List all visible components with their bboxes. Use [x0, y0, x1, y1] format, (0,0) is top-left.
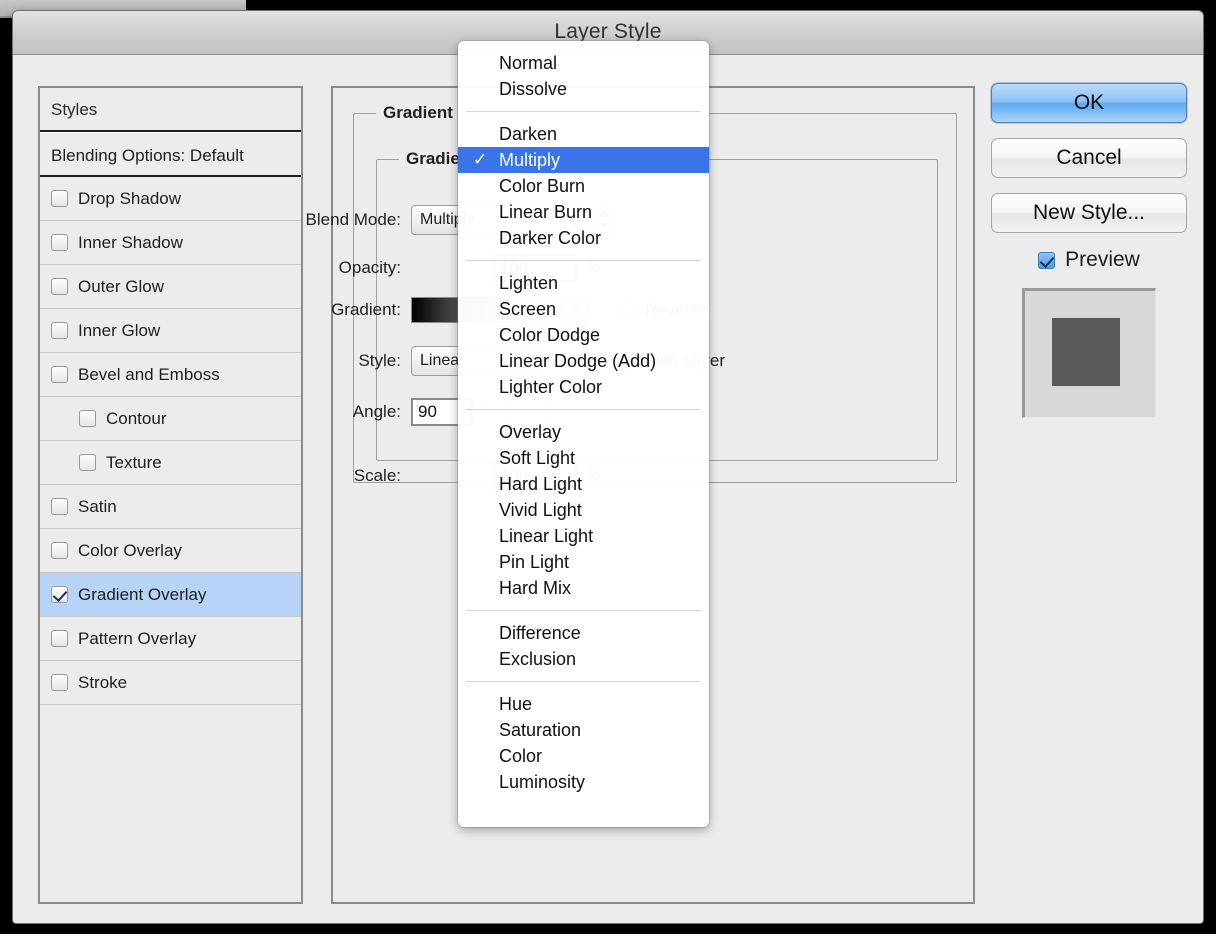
blend-mode-menu-item[interactable]: Hard Mix — [458, 575, 709, 601]
style-effect-checkbox[interactable] — [51, 542, 68, 559]
style-effect-checkbox[interactable] — [51, 322, 68, 339]
style-effect-label: Gradient Overlay — [78, 584, 207, 604]
preview-checkbox[interactable] — [1038, 251, 1056, 269]
blend-mode-menu-item[interactable]: Difference — [458, 620, 709, 646]
menu-separator — [466, 111, 701, 112]
style-effect-row[interactable]: Gradient Overlay — [40, 573, 301, 617]
blend-mode-menu-item[interactable]: Luminosity — [458, 769, 709, 795]
blend-mode-menu-item[interactable]: Lighten — [458, 270, 709, 296]
preview-toggle-row[interactable]: Preview — [991, 248, 1187, 272]
styles-panel-header: Styles — [40, 88, 301, 132]
style-effect-label: Drop Shadow — [78, 188, 182, 208]
blend-mode-menu-item[interactable]: Exclusion — [458, 646, 709, 672]
style-effect-checkbox[interactable] — [51, 498, 68, 515]
blend-mode-menu-item[interactable]: Pin Light — [458, 549, 709, 575]
menu-separator — [466, 409, 701, 410]
style-effect-checkbox[interactable] — [51, 278, 68, 295]
style-effect-checkbox[interactable] — [51, 366, 68, 383]
style-effect-row[interactable]: Satin — [40, 485, 301, 529]
style-effect-checkbox[interactable] — [79, 410, 96, 427]
style-effect-label: Stroke — [78, 672, 128, 692]
blend-mode-menu-item[interactable]: Screen — [458, 296, 709, 322]
blend-mode-menu-item[interactable]: Darken — [458, 121, 709, 147]
opacity-label: Opacity: — [338, 258, 401, 277]
style-effect-label: Contour — [106, 408, 167, 428]
gradient-label: Gradient: — [331, 300, 401, 319]
style-effect-label: Inner Shadow — [78, 232, 183, 252]
style-effect-label: Satin — [78, 496, 117, 516]
blend-mode-menu-item[interactable]: Color — [458, 743, 709, 769]
blend-mode-menu-item[interactable]: Color Burn — [458, 173, 709, 199]
blend-mode-menu-item[interactable]: Darker Color — [458, 225, 709, 251]
style-effect-checkbox[interactable] — [79, 454, 96, 471]
blend-mode-menu-item[interactable]: Vivid Light — [458, 497, 709, 523]
style-effect-label: Color Overlay — [78, 540, 182, 560]
blend-mode-menu-item[interactable]: Dissolve — [458, 76, 709, 102]
ok-button[interactable]: OK — [991, 83, 1187, 123]
style-effect-label: Texture — [106, 452, 162, 472]
new-style-button[interactable]: New Style... — [991, 193, 1187, 233]
blend-mode-menu-item[interactable]: Linear Burn — [458, 199, 709, 225]
menu-separator — [466, 681, 701, 682]
blend-mode-menu-item[interactable]: Linear Dodge (Add) — [458, 348, 709, 374]
style-effect-row[interactable]: Pattern Overlay — [40, 617, 301, 661]
style-effect-checkbox[interactable] — [51, 234, 68, 251]
scale-label: Scale: — [353, 466, 401, 485]
dialog-buttons: OK Cancel New Style... Preview — [991, 83, 1187, 418]
style-effect-label: Pattern Overlay — [78, 628, 197, 648]
cancel-button[interactable]: Cancel — [991, 138, 1187, 178]
preview-label: Preview — [1065, 248, 1140, 271]
blend-mode-dropdown-menu[interactable]: NormalDissolveDarkenMultiplyColor BurnLi… — [458, 41, 709, 827]
style-effect-label: Inner Glow — [78, 320, 161, 340]
angle-label: Angle: — [352, 402, 401, 421]
style-effect-checkbox[interactable] — [51, 674, 68, 691]
preview-swatch — [1022, 288, 1156, 418]
blend-mode-menu-item[interactable]: Color Dodge — [458, 322, 709, 348]
blend-mode-label: Blend Mode: — [305, 210, 401, 229]
preview-swatch-inner — [1052, 318, 1120, 386]
style-effect-checkbox[interactable] — [51, 190, 68, 207]
blend-mode-menu-item[interactable]: Linear Light — [458, 523, 709, 549]
screen: Layer Style Styles Blending Options: Def… — [0, 0, 1216, 934]
blend-mode-menu-item[interactable]: Lighter Color — [458, 374, 709, 400]
style-effect-row[interactable]: Color Overlay — [40, 529, 301, 573]
blend-mode-menu-item[interactable]: Normal — [458, 50, 709, 76]
blend-mode-menu-item[interactable]: Hue — [458, 691, 709, 717]
gradient-group-title: Gradient — [376, 103, 460, 123]
style-effect-checkbox[interactable] — [51, 586, 68, 603]
blend-mode-menu-item[interactable]: Hard Light — [458, 471, 709, 497]
style-label: Style: — [358, 351, 401, 370]
blend-mode-menu-item[interactable]: Soft Light — [458, 445, 709, 471]
blend-mode-menu-item[interactable]: Multiply — [458, 147, 709, 173]
menu-separator — [466, 610, 701, 611]
menu-separator — [466, 260, 701, 261]
style-effect-row[interactable]: Stroke — [40, 661, 301, 705]
style-effect-checkbox[interactable] — [51, 630, 68, 647]
blending-options-row[interactable]: Blending Options: Default — [40, 132, 301, 177]
style-effect-label: Outer Glow — [78, 276, 164, 296]
angle-value: 90 — [418, 402, 437, 421]
blend-mode-menu-item[interactable]: Overlay — [458, 419, 709, 445]
blend-mode-menu-item[interactable]: Saturation — [458, 717, 709, 743]
